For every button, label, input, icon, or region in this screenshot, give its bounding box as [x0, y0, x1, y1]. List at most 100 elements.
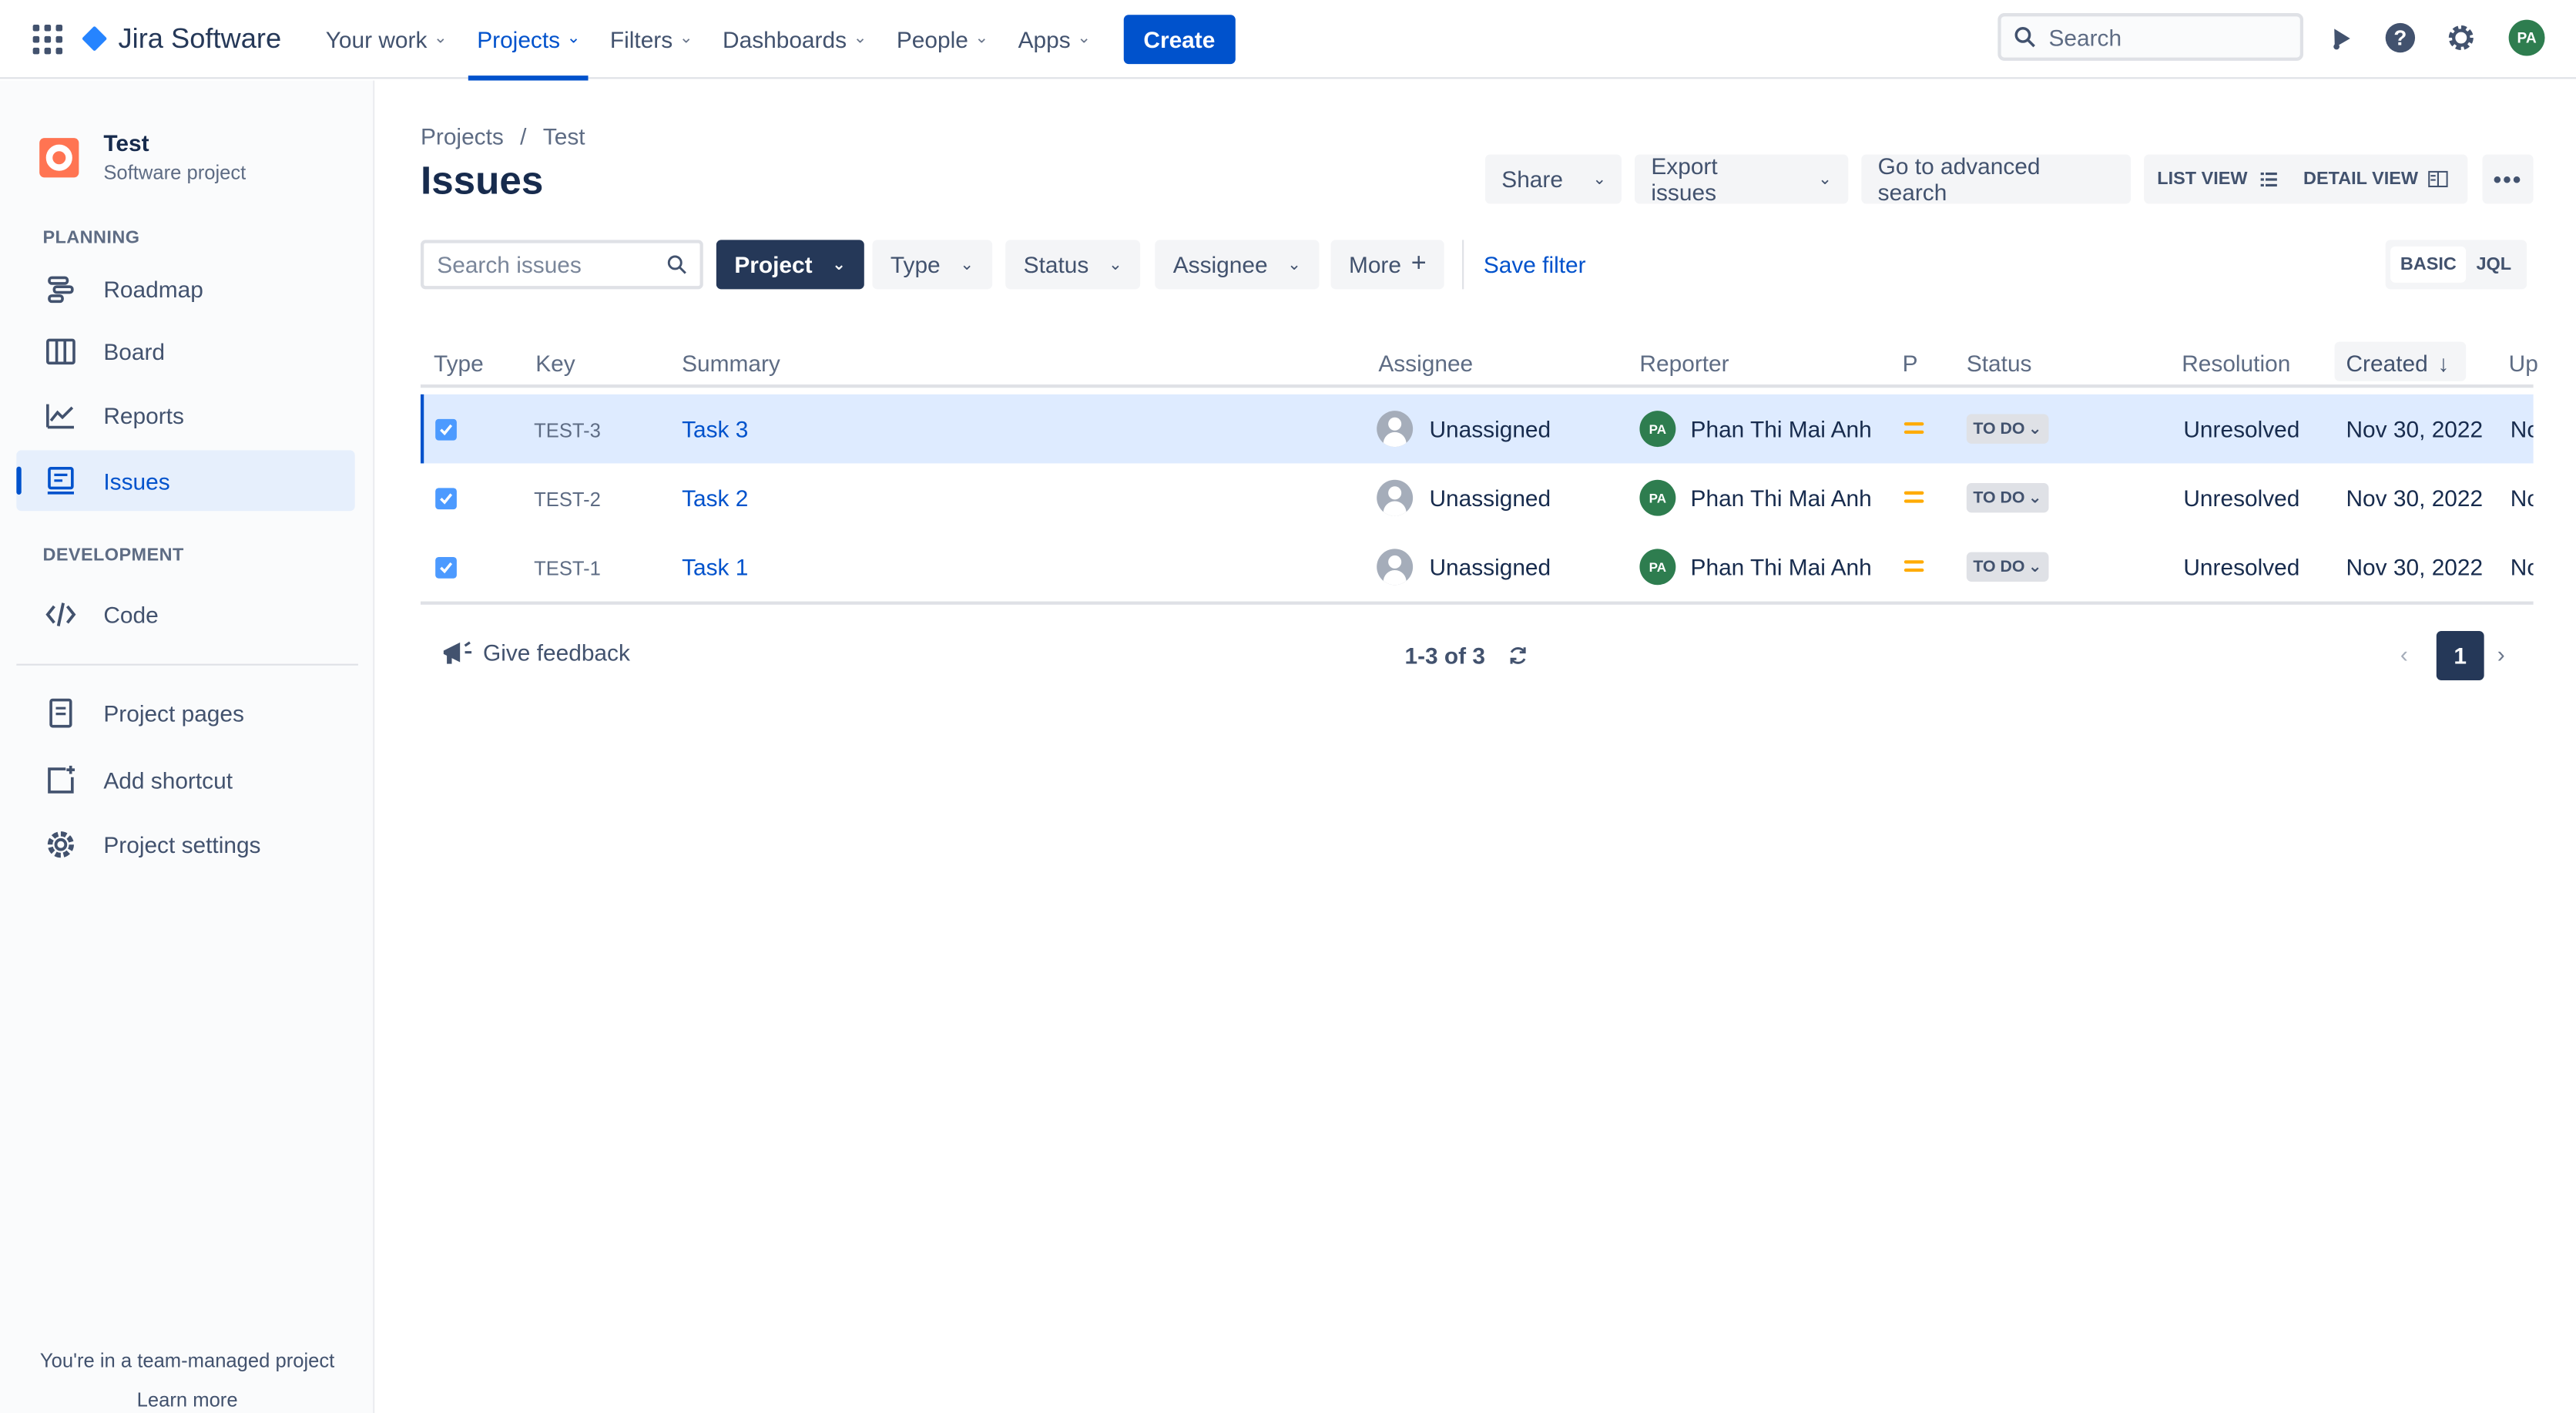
sidebar-divider [16, 663, 358, 666]
created-value: Nov 30, 2022 [2346, 553, 2484, 580]
nav-your-work[interactable]: Your work ⌄ [311, 0, 463, 78]
nav-projects[interactable]: Projects ⌄ [462, 0, 595, 80]
nav-people[interactable]: People ⌄ [882, 0, 1004, 78]
detail-view-icon [2427, 170, 2448, 188]
sidebar-item-project-settings[interactable]: Project settings [16, 814, 354, 874]
more-dots-icon: ••• [2493, 166, 2523, 193]
page-1-button[interactable]: 1 [2436, 630, 2484, 680]
assignee-name[interactable]: Unassigned [1429, 416, 1551, 442]
more-actions-button[interactable]: ••• [2482, 154, 2534, 204]
share-button[interactable]: Share ⌄ [1484, 154, 1622, 204]
priority-medium-icon [1903, 490, 1924, 505]
chevron-down-icon: ⌄ [1592, 169, 1607, 189]
previous-page-icon[interactable]: ‹ [2400, 641, 2408, 667]
reports-icon [42, 397, 79, 433]
refresh-icon[interactable] [1508, 646, 1528, 666]
status-dropdown[interactable]: TO DO ⌄ [1966, 483, 2049, 513]
board-icon [42, 333, 79, 369]
reporter-name[interactable]: Phan Thi Mai Anh [1691, 554, 1872, 580]
project-header[interactable]: Test Software project [39, 129, 246, 184]
col-status[interactable]: Status [1967, 350, 2032, 376]
more-filters-button[interactable]: More + [1330, 240, 1445, 290]
issues-table: Type Key Summary Assignee Reporter P Sta… [420, 335, 2538, 605]
col-updated[interactable]: Up [2509, 350, 2538, 376]
sidebar-item-code[interactable]: Code [16, 583, 354, 644]
user-avatar[interactable]: PA [2508, 19, 2545, 56]
table-row[interactable]: TEST-2 Task 2 Unassigned PA Phan Thi Mai… [421, 463, 2534, 532]
col-assignee[interactable]: Assignee [1378, 350, 1473, 376]
sidebar-item-board[interactable]: Board [16, 321, 354, 381]
search-placeholder: Search [2048, 23, 2122, 51]
feedback-label: Give feedback [483, 639, 630, 666]
reporter-avatar: PA [1639, 549, 1676, 586]
create-button[interactable]: Create [1123, 14, 1235, 64]
chevron-down-icon: ⌄ [974, 29, 989, 48]
breadcrumb-projects[interactable]: Projects [421, 123, 504, 149]
filter-divider [1462, 240, 1464, 290]
chevron-down-icon: ⌄ [1818, 169, 1832, 189]
unassigned-avatar-icon [1377, 411, 1414, 448]
sidebar-item-roadmap[interactable]: Roadmap [16, 258, 354, 319]
reporter-name[interactable]: Phan Thi Mai Anh [1691, 485, 1872, 511]
nav-filters[interactable]: Filters ⌄ [595, 0, 708, 78]
issue-key[interactable]: TEST-1 [534, 557, 601, 580]
task-type-icon [435, 556, 457, 579]
issue-summary-link[interactable]: Task 1 [682, 554, 748, 580]
col-priority[interactable]: P [1903, 350, 1918, 376]
assignee-name[interactable]: Unassigned [1429, 485, 1551, 511]
status-dropdown[interactable]: TO DO ⌄ [1966, 552, 2049, 582]
save-filter-link[interactable]: Save filter [1484, 251, 1586, 277]
project-filter-button[interactable]: Project ⌄ [716, 240, 864, 290]
issue-key[interactable]: TEST-3 [534, 419, 601, 442]
global-search-input[interactable]: Search [1997, 13, 2304, 61]
status-filter-button[interactable]: Status ⌄ [1005, 240, 1141, 290]
breadcrumb-separator: / [520, 123, 527, 150]
table-row[interactable]: TEST-3 Task 3 Unassigned PA Phan Thi Mai… [420, 394, 2534, 464]
detail-view-button[interactable]: DETAIL VIEW [2290, 169, 2461, 189]
assignee-filter-button[interactable]: Assignee ⌄ [1155, 240, 1320, 290]
col-created[interactable]: Created ↓ [2334, 341, 2467, 381]
nav-label: Apps [1018, 25, 1071, 52]
table-row[interactable]: TEST-1 Task 1 Unassigned PA Phan Thi Mai… [421, 532, 2534, 602]
basic-mode-button[interactable]: BASIC [2390, 246, 2467, 283]
breadcrumb-test[interactable]: Test [543, 123, 585, 149]
issue-summary-link[interactable]: Task 2 [682, 485, 748, 511]
notifications-icon[interactable] [2322, 20, 2358, 56]
give-feedback-button[interactable]: Give feedback [441, 637, 630, 666]
next-page-icon[interactable]: › [2497, 641, 2505, 667]
sidebar-item-label: Project settings [103, 831, 261, 858]
advanced-search-button[interactable]: Go to advanced search [1861, 153, 2132, 206]
sidebar-item-add-shortcut[interactable]: Add shortcut [16, 750, 354, 811]
jira-logo[interactable]: Jira Software [82, 22, 281, 55]
col-type[interactable]: Type [434, 350, 484, 376]
issue-summary-link[interactable]: Task 3 [682, 416, 748, 442]
status-dropdown[interactable]: TO DO ⌄ [1966, 414, 2049, 444]
sidebar-item-label: Issues [103, 467, 170, 494]
nav-apps[interactable]: Apps ⌄ [1003, 0, 1105, 78]
jql-mode-button[interactable]: JQL [2467, 247, 2521, 283]
reporter-name[interactable]: Phan Thi Mai Anh [1691, 416, 1872, 442]
created-value: Nov 30, 2022 [2346, 485, 2484, 512]
export-issues-button[interactable]: Export issues ⌄ [1635, 153, 1849, 206]
top-navigation: Jira Software Your work ⌄ Projects ⌄ Filte… [0, 0, 2576, 80]
search-issues-input[interactable]: Search issues [420, 240, 703, 290]
help-icon[interactable]: ? [2382, 20, 2418, 56]
col-reporter[interactable]: Reporter [1639, 350, 1729, 376]
more-filters-label: More [1348, 251, 1401, 278]
assignee-name[interactable]: Unassigned [1429, 554, 1551, 580]
sidebar-item-project-pages[interactable]: Project pages [16, 682, 354, 743]
chevron-down-icon: ⌄ [853, 29, 867, 48]
learn-more-link[interactable]: Learn more [0, 1388, 374, 1411]
sidebar-item-issues[interactable]: Issues [16, 450, 355, 512]
sidebar-item-reports[interactable]: Reports [16, 384, 354, 445]
col-summary[interactable]: Summary [682, 350, 780, 376]
type-filter-button[interactable]: Type ⌄ [872, 240, 992, 290]
list-view-button[interactable]: LIST VIEW [2144, 169, 2290, 189]
col-resolution[interactable]: Resolution [2182, 350, 2290, 376]
nav-dashboards[interactable]: Dashboards ⌄ [708, 0, 882, 78]
app-switcher-icon[interactable] [32, 23, 63, 54]
col-key[interactable]: Key [535, 350, 575, 376]
settings-gear-icon[interactable] [2443, 20, 2479, 56]
unassigned-avatar-icon [1377, 549, 1414, 586]
issue-key[interactable]: TEST-2 [534, 488, 601, 511]
